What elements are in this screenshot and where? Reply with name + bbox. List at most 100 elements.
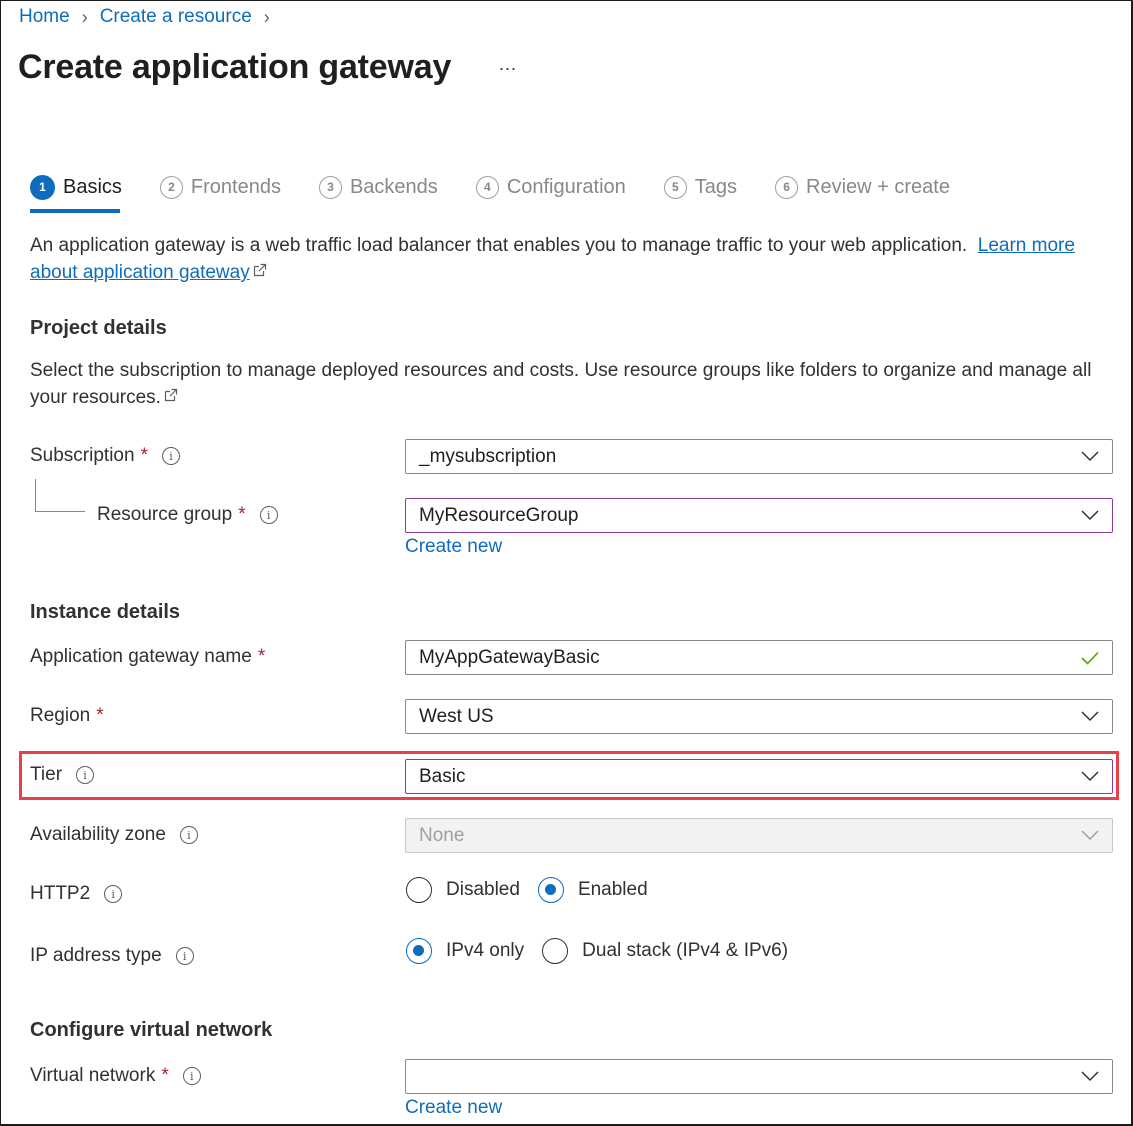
gateway-name-input[interactable]: MyAppGatewayBasic: [405, 640, 1113, 675]
ipv4-only-radio[interactable]: IPv4 only: [406, 938, 524, 964]
resource-group-dropdown[interactable]: MyResourceGroup: [405, 498, 1113, 533]
chevron-down-icon: [1081, 451, 1099, 462]
wizard-tabs: 1 Basics 2 Frontends 3 Backends 4 Config…: [30, 172, 988, 213]
breadcrumb: Home › Create a resource ›: [19, 5, 282, 28]
tab-tags[interactable]: 5 Tags: [663, 172, 738, 202]
configure-virtual-network-heading: Configure virtual network: [30, 1019, 273, 1041]
radio-label: Enabled: [577, 879, 648, 900]
external-link-icon: [253, 263, 266, 277]
step-number-badge: 2: [159, 175, 183, 199]
tab-label: Review + create: [806, 175, 950, 198]
tab-label: Backends: [349, 175, 438, 198]
instance-details-heading: Instance details: [30, 601, 181, 623]
subscription-label: Subscription * i: [30, 445, 180, 467]
radio-label: Dual stack (IPv4 & IPv6): [582, 940, 789, 961]
info-icon[interactable]: i: [161, 447, 180, 465]
info-icon[interactable]: i: [182, 1067, 201, 1085]
resource-group-label: Resource group * i: [97, 504, 278, 526]
required-asterisk: *: [238, 504, 246, 525]
checkmark-icon: [1081, 651, 1099, 665]
dual-stack-radio[interactable]: Dual stack (IPv4 & IPv6): [542, 938, 788, 964]
tab-backends[interactable]: 3 Backends: [318, 172, 438, 202]
ip-address-type-label: IP address type i: [30, 945, 194, 967]
http2-label: HTTP2 i: [30, 883, 123, 905]
breadcrumb-home[interactable]: Home: [19, 6, 70, 28]
learn-more-link-text: Learn more: [977, 235, 1075, 256]
http2-disabled-radio[interactable]: Disabled: [406, 877, 520, 903]
info-icon[interactable]: i: [179, 826, 198, 844]
chevron-down-icon: [1081, 510, 1099, 521]
ip-address-type-radio-group: IPv4 only Dual stack (IPv4 & IPv6): [406, 938, 806, 964]
create-new-resource-group-link[interactable]: Create new: [405, 536, 502, 558]
chevron-right-icon: ›: [81, 5, 88, 28]
page-title: Create application gateway: [18, 48, 452, 86]
availability-zone-value: None: [419, 824, 465, 846]
virtual-network-dropdown[interactable]: [405, 1059, 1113, 1094]
gateway-name-label: Application gateway name *: [30, 646, 265, 668]
tier-value: Basic: [419, 765, 466, 787]
required-asterisk: *: [257, 646, 266, 667]
project-details-heading: Project details: [30, 317, 167, 339]
breadcrumb-create-resource[interactable]: Create a resource: [100, 6, 252, 28]
chevron-right-icon: ›: [263, 5, 270, 28]
info-icon[interactable]: i: [76, 766, 95, 784]
region-label-text: Region: [30, 705, 91, 726]
tab-frontends[interactable]: 2 Frontends: [159, 172, 281, 202]
tier-label-text: Tier: [30, 764, 63, 785]
http2-enabled-radio[interactable]: Enabled: [537, 877, 648, 903]
gateway-name-value: MyAppGatewayBasic: [419, 646, 600, 668]
region-label: Region *: [30, 705, 104, 727]
gateway-name-label-text: Application gateway name: [30, 646, 252, 667]
tab-basics[interactable]: 1 Basics: [30, 172, 122, 213]
step-number-badge: 3: [318, 175, 342, 199]
radio-button-selected[interactable]: [537, 877, 564, 903]
project-details-text: Select the subscription to manage deploy…: [30, 360, 1092, 408]
external-link-icon: [164, 388, 178, 402]
tab-configuration[interactable]: 4 Configuration: [475, 172, 626, 202]
intro-description: An application gateway is a web traffic …: [30, 232, 1115, 286]
create-new-virtual-network-link[interactable]: Create new: [405, 1097, 502, 1119]
tab-label: Basics: [63, 175, 122, 198]
info-icon[interactable]: i: [175, 947, 194, 965]
tab-label: Configuration: [506, 175, 626, 198]
radio-button[interactable]: [406, 877, 432, 903]
region-dropdown[interactable]: West US: [405, 699, 1113, 734]
info-icon[interactable]: i: [259, 506, 278, 524]
virtual-network-label-text: Virtual network: [30, 1065, 156, 1086]
intro-text: An application gateway is a web traffic …: [30, 235, 968, 256]
step-number-badge: 5: [663, 175, 687, 199]
availability-zone-label: Availability zone i: [30, 824, 198, 846]
tree-connector: [35, 479, 85, 512]
chevron-down-icon: [1081, 1071, 1099, 1082]
radio-label: IPv4 only: [446, 940, 525, 961]
http2-radio-group: Disabled Enabled: [406, 877, 666, 903]
availability-zone-dropdown: None: [405, 818, 1113, 853]
tier-label: Tier i: [30, 764, 95, 786]
required-asterisk: *: [161, 1065, 169, 1086]
tier-dropdown[interactable]: Basic: [405, 759, 1113, 794]
tab-label: Tags: [694, 175, 738, 198]
radio-label: Disabled: [446, 879, 520, 900]
step-number-badge: 6: [775, 175, 799, 199]
subscription-label-text: Subscription: [30, 445, 135, 466]
http2-label-text: HTTP2: [30, 883, 91, 904]
learn-more-link-text: about application gateway: [30, 262, 250, 283]
step-number-badge: 1: [30, 174, 55, 200]
subscription-dropdown[interactable]: _mysubscription: [405, 439, 1113, 474]
radio-button[interactable]: [542, 938, 569, 964]
radio-button-selected[interactable]: [406, 938, 432, 964]
step-number-badge: 4: [475, 175, 499, 199]
ip-address-type-label-text: IP address type: [30, 945, 162, 966]
resource-group-label-text: Resource group: [97, 504, 233, 525]
virtual-network-label: Virtual network * i: [30, 1065, 201, 1087]
required-asterisk: *: [140, 445, 148, 466]
info-icon[interactable]: i: [104, 885, 123, 903]
tab-review-create[interactable]: 6 Review + create: [775, 172, 950, 202]
more-options-button[interactable]: ...: [499, 54, 517, 75]
tab-label: Frontends: [190, 175, 281, 198]
chevron-down-icon: [1081, 830, 1099, 841]
active-tab-indicator: [30, 209, 120, 213]
required-asterisk: *: [96, 705, 104, 726]
chevron-down-icon: [1081, 711, 1099, 722]
subscription-value: _mysubscription: [419, 445, 557, 467]
